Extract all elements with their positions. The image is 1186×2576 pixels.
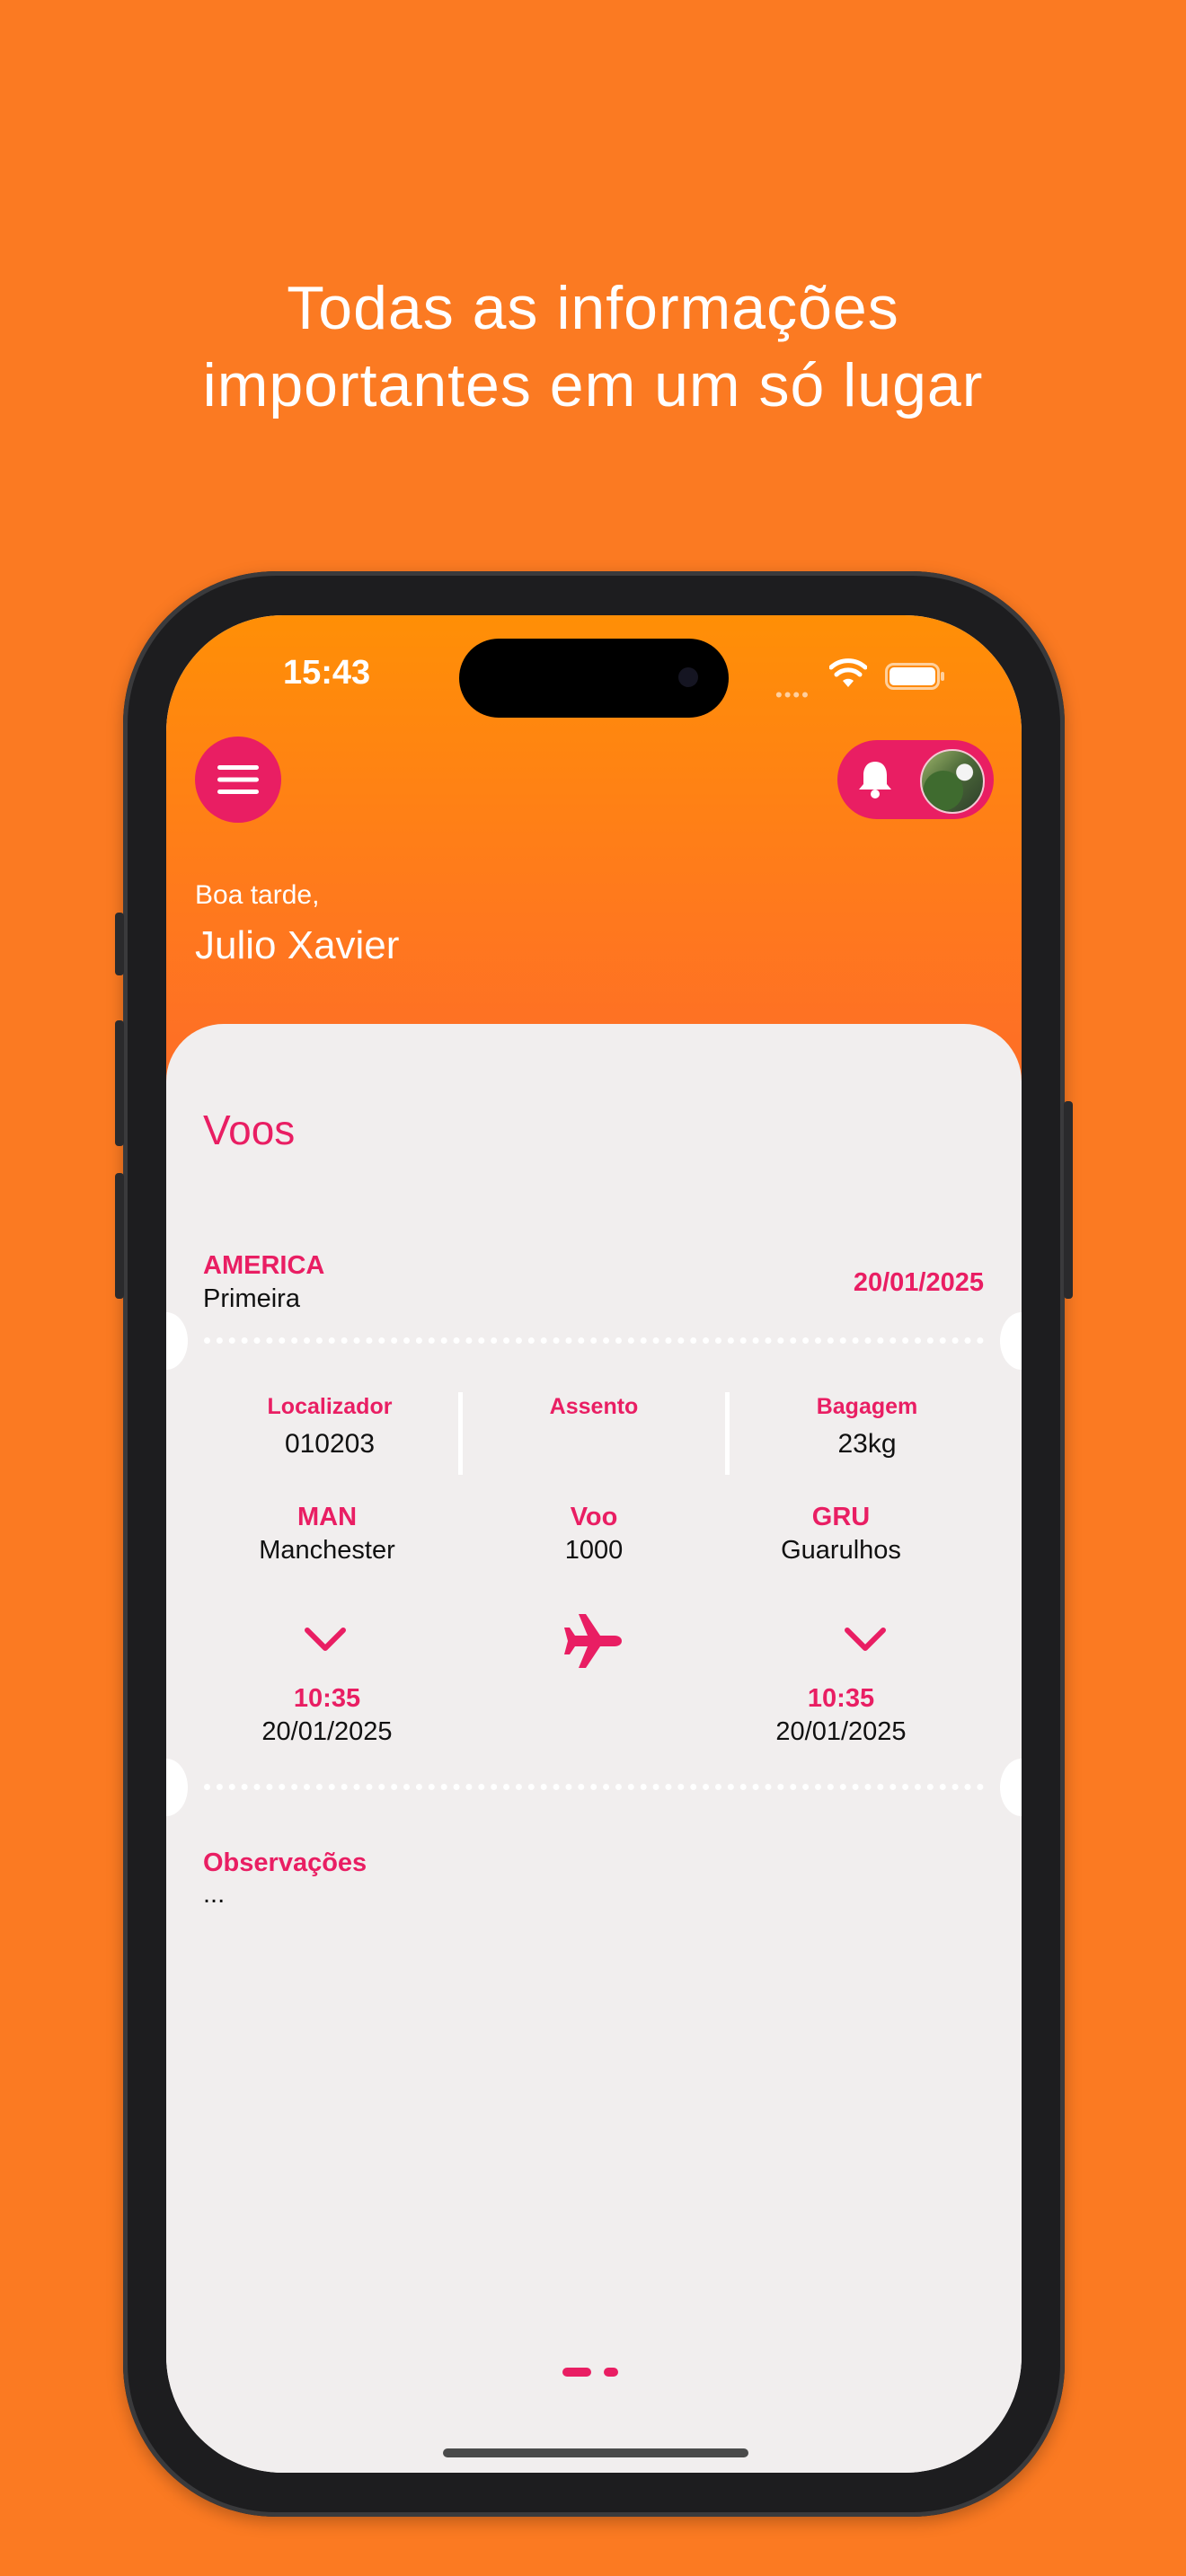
profile-pill bbox=[837, 740, 994, 819]
volume-up-button bbox=[115, 1020, 124, 1146]
divider bbox=[725, 1392, 730, 1475]
ticket-notch-left-top bbox=[166, 1312, 188, 1370]
home-indicator[interactable] bbox=[443, 2448, 748, 2457]
assento-block: Assento bbox=[476, 1394, 712, 1429]
arrival-date: 20/01/2025 bbox=[775, 1717, 907, 1746]
departure-block: 10:35 20/01/2025 bbox=[206, 1684, 448, 1747]
cellular-signal-icon: •••• bbox=[775, 684, 810, 706]
flight-number-block: Voo 1000 bbox=[476, 1503, 712, 1566]
headline-line-1: Todas as informações bbox=[287, 274, 899, 342]
avatar[interactable] bbox=[920, 749, 985, 814]
localizador-block: Localizador 010203 bbox=[211, 1394, 448, 1460]
observacoes-value: ... bbox=[203, 1880, 226, 1909]
ticket-perforation-top bbox=[204, 1337, 984, 1344]
assento-label: Assento bbox=[549, 1394, 639, 1419]
bell-icon[interactable] bbox=[855, 758, 895, 799]
arrival-time: 10:35 bbox=[807, 1684, 875, 1713]
chevron-down-icon[interactable] bbox=[844, 1626, 887, 1653]
section-title: Voos bbox=[203, 1107, 296, 1153]
wifi-icon bbox=[829, 658, 867, 687]
ticket-perforation-bottom bbox=[204, 1784, 984, 1790]
battery-icon bbox=[885, 663, 944, 690]
airplane-icon bbox=[564, 1614, 622, 1668]
localizador-label: Localizador bbox=[267, 1394, 393, 1419]
departure-date: 20/01/2025 bbox=[261, 1717, 393, 1746]
localizador-value: 010203 bbox=[284, 1429, 376, 1459]
headline-line-2: importantes em um só lugar bbox=[202, 351, 984, 419]
origin-block: MAN Manchester bbox=[206, 1503, 448, 1566]
departure-time: 10:35 bbox=[293, 1684, 361, 1713]
menu-button[interactable] bbox=[195, 737, 281, 823]
promo-headline: Todas as informações importantes em um s… bbox=[0, 269, 1186, 424]
phone-screen: 15:43 •••• Boa tarde, Julio Xavier Voos … bbox=[166, 615, 1022, 2473]
flight-class: Primeira bbox=[203, 1284, 300, 1313]
greeting-text: Boa tarde, bbox=[195, 880, 320, 910]
page-dot-active[interactable] bbox=[562, 2368, 591, 2377]
camera-icon bbox=[678, 667, 698, 687]
user-name: Julio Xavier bbox=[195, 923, 400, 967]
action-button bbox=[115, 913, 124, 975]
bagagem-value: 23kg bbox=[837, 1429, 897, 1459]
destination-block: GRU Guarulhos bbox=[720, 1503, 962, 1566]
flight-date: 20/01/2025 bbox=[853, 1268, 984, 1297]
flight-card: Voos AMERICA Primeira 20/01/2025 Localiz… bbox=[166, 1024, 1022, 2473]
volume-down-button bbox=[115, 1173, 124, 1299]
observacoes-label: Observações bbox=[203, 1848, 367, 1877]
ticket-notch-right-top bbox=[1000, 1312, 1022, 1370]
chevron-down-icon[interactable] bbox=[304, 1626, 347, 1653]
status-time: 15:43 bbox=[283, 654, 371, 692]
page-dot[interactable] bbox=[604, 2368, 618, 2377]
flight-label: Voo bbox=[570, 1503, 618, 1531]
bagagem-block: Bagagem 23kg bbox=[746, 1394, 988, 1460]
destination-city: Guarulhos bbox=[781, 1536, 901, 1565]
origin-code: MAN bbox=[296, 1503, 358, 1531]
destination-code: GRU bbox=[811, 1503, 871, 1531]
arrival-block: 10:35 20/01/2025 bbox=[720, 1684, 962, 1747]
bagagem-label: Bagagem bbox=[816, 1394, 918, 1419]
ticket-notch-left-bottom bbox=[166, 1759, 188, 1816]
power-button bbox=[1064, 1101, 1073, 1299]
airline-name: AMERICA bbox=[203, 1251, 325, 1280]
origin-city: Manchester bbox=[259, 1536, 395, 1565]
flight-number: 1000 bbox=[564, 1536, 624, 1565]
divider bbox=[458, 1392, 463, 1475]
dynamic-island bbox=[459, 639, 729, 718]
ticket-notch-right-bottom bbox=[1000, 1759, 1022, 1816]
hamburger-menu-icon bbox=[217, 765, 259, 794]
